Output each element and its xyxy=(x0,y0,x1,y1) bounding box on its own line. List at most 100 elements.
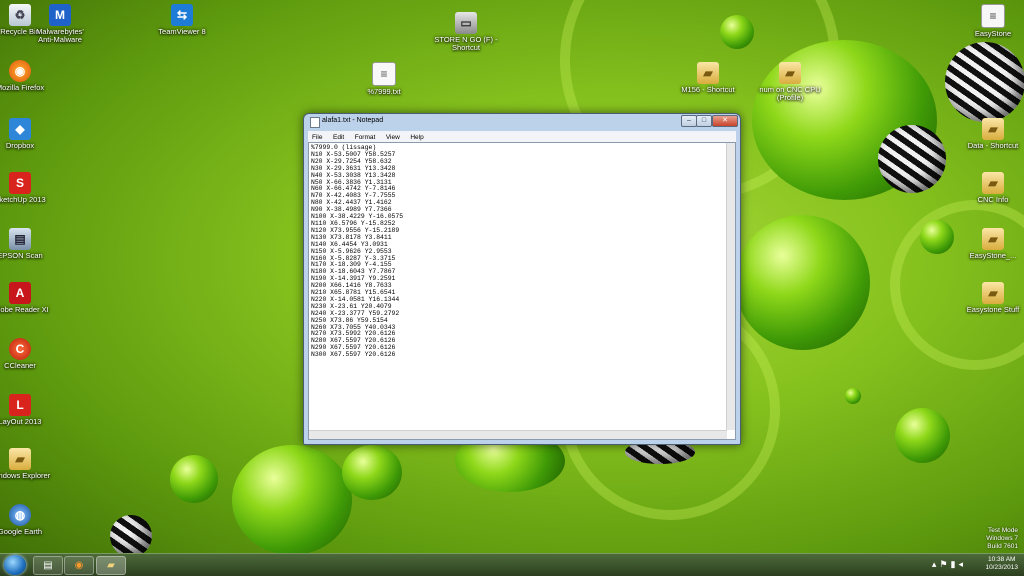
desktop-icon-m156[interactable]: ▰ M156 - Shortcut xyxy=(676,62,740,94)
desktop-icon-adobe-reader[interactable]: A Adobe Reader XI xyxy=(0,282,52,314)
desktop-icon-teamviewer[interactable]: ⇆ TeamViewer 8 xyxy=(150,4,214,36)
desktop-icon-label: Windows Explorer xyxy=(0,471,51,480)
notepad-icon xyxy=(310,117,320,128)
desktop-icon-google-earth[interactable]: ◍ Google Earth xyxy=(0,504,52,536)
watermark-line: Build 7601 xyxy=(987,543,1018,550)
wallpaper-striped-sphere xyxy=(945,42,1024,122)
taskbar-firefox-button[interactable]: ◉ xyxy=(64,556,94,575)
clock-time: 10:38 AM xyxy=(987,556,1016,563)
desktop-icon-label: LayOut 2013 xyxy=(0,417,42,426)
system-tray-clock[interactable]: 10:38 AM 10/23/2013 xyxy=(985,556,1018,572)
malwarebytes-icon: M xyxy=(49,4,71,26)
wallpaper-sphere xyxy=(342,445,402,500)
desktop-icon-7999-txt[interactable]: ≡ %7999.txt xyxy=(352,62,416,96)
scanner-icon: ▤ xyxy=(9,228,31,250)
desktop-icon-dropbox[interactable]: ◆ Dropbox xyxy=(0,118,52,150)
folder-icon: ▰ xyxy=(9,448,31,470)
desktop-icon-label: TeamViewer 8 xyxy=(158,27,206,36)
folder-icon: ▰ xyxy=(982,282,1004,304)
close-button[interactable]: ✕ xyxy=(712,115,738,127)
desktop-icon-label: CCleaner xyxy=(4,361,36,370)
firefox-icon: ◉ xyxy=(74,560,84,571)
folder-icon: ▰ xyxy=(697,62,719,84)
desktop-icon-label: M156 - Shortcut xyxy=(681,85,735,94)
desktop-icon-layout[interactable]: L LayOut 2013 xyxy=(0,394,52,426)
start-button[interactable] xyxy=(4,555,26,575)
desktop-icon-ccleaner[interactable]: C CCleaner xyxy=(0,338,52,370)
sketchup-icon: S xyxy=(9,172,31,194)
minimize-button[interactable]: – xyxy=(681,115,697,127)
window-title: alafa1.txt - Notepad xyxy=(322,117,384,124)
usb-drive-icon: ▭ xyxy=(455,12,477,34)
folder-icon: ▰ xyxy=(982,118,1004,140)
desktop-icon-easystone[interactable]: ≡ EasyStone xyxy=(961,4,1024,38)
desktop-icon-data-shortcut[interactable]: ▰ Data - Shortcut xyxy=(961,118,1024,150)
adobe-reader-icon: A xyxy=(9,282,31,304)
watermark-line: Windows 7 xyxy=(986,535,1018,542)
tray-icons: ▴⚑▮◂ xyxy=(932,559,966,570)
desktop-icon-easystone-files[interactable]: ▰ EasyStone_... xyxy=(961,228,1024,260)
wallpaper-sphere xyxy=(170,455,218,503)
text-editor[interactable]: %7999.0 (lissage) N10 X-53.5007 Y58.5257… xyxy=(308,142,736,440)
desktop-icon-label: %7999.txt xyxy=(367,87,401,96)
wallpaper-sphere xyxy=(232,445,352,555)
wallpaper-sphere xyxy=(735,215,870,350)
wallpaper-striped-sphere xyxy=(878,125,946,193)
desktop-icon-label: Malwarebytes' Anti-Malware xyxy=(36,27,84,44)
taskbar: ▤ ◉ ▰ 10:38 AM 10/23/2013 ▴⚑▮◂ xyxy=(0,553,1024,576)
notepad-icon: ▤ xyxy=(43,560,53,571)
horizontal-scrollbar[interactable] xyxy=(309,430,727,439)
editor-content[interactable]: %7999.0 (lissage) N10 X-53.5007 Y58.5257… xyxy=(311,144,735,359)
desktop-icon-sketchup[interactable]: S SketchUp 2013 xyxy=(0,172,52,204)
wallpaper-sphere xyxy=(845,388,861,404)
desktop-icon-label: EasyStone_... xyxy=(969,251,1017,260)
desktop-icon-epson-scan[interactable]: ▤ EPSON Scan xyxy=(0,228,52,260)
desktop-icon-malwarebytes[interactable]: M Malwarebytes' Anti-Malware xyxy=(28,4,92,44)
desktop-icon-label: SketchUp 2013 xyxy=(0,195,46,204)
desktop-icon-label: EasyStone xyxy=(974,29,1012,38)
clock-date: 10/23/2013 xyxy=(985,564,1018,571)
desktop-icon-label: STORE N GO (F) - Shortcut xyxy=(434,35,498,52)
firefox-icon: ◉ xyxy=(9,60,31,82)
desktop-icon-label: Google Earth xyxy=(0,527,43,536)
ccleaner-icon: C xyxy=(9,338,31,360)
desktop-icon-label: EPSON Scan xyxy=(0,251,43,260)
taskbar-explorer-button[interactable]: ▰ xyxy=(96,556,126,575)
menu-bar: File Edit Format View Help xyxy=(308,131,736,142)
layout-icon: L xyxy=(9,394,31,416)
document-icon: ≡ xyxy=(981,4,1005,28)
folder-icon: ▰ xyxy=(107,560,115,571)
desktop-icon-label: Easystone Stuff xyxy=(966,305,1020,314)
teamviewer-icon: ⇆ xyxy=(171,4,193,26)
desktop-icon-windows-explorer[interactable]: ▰ Windows Explorer xyxy=(0,448,52,480)
desktop-icon-label: Mozilla Firefox xyxy=(0,83,45,92)
volume-icon[interactable]: ◂ xyxy=(958,559,966,569)
maximize-button[interactable]: □ xyxy=(696,115,712,127)
wallpaper-striped-sphere xyxy=(110,515,152,557)
wallpaper-sphere xyxy=(920,220,954,254)
desktop-icon-num-cnc[interactable]: ▰ num on CNC CPU (Profile) xyxy=(758,62,822,102)
google-earth-icon: ◍ xyxy=(9,504,31,526)
text-file-icon: ≡ xyxy=(372,62,396,86)
desktop-icon-label: num on CNC CPU (Profile) xyxy=(759,85,821,102)
wallpaper-sphere xyxy=(895,408,950,463)
desktop-icon-cnc-info[interactable]: ▰ CNC Info xyxy=(961,172,1024,204)
desktop-icon-label: Dropbox xyxy=(5,141,35,150)
test-mode-watermark: Test Mode Windows 7 Build 7601 xyxy=(986,527,1018,551)
folder-icon: ▰ xyxy=(779,62,801,84)
taskbar-notepad-button[interactable]: ▤ xyxy=(33,556,63,575)
vertical-scrollbar[interactable] xyxy=(726,143,735,430)
desktop-icon-label: CNC Info xyxy=(977,195,1009,204)
watermark-line: Test Mode xyxy=(988,527,1018,534)
desktop-icon-firefox[interactable]: ◉ Mozilla Firefox xyxy=(0,60,52,92)
desktop-icon-label: Adobe Reader XI xyxy=(0,305,49,314)
desktop-icon-label: Data - Shortcut xyxy=(967,141,1019,150)
desktop-icon-store-n-go[interactable]: ▭ STORE N GO (F) - Shortcut xyxy=(434,12,498,52)
desktop-icon-easystone-stuff[interactable]: ▰ Easystone Stuff xyxy=(961,282,1024,314)
folder-icon: ▰ xyxy=(982,228,1004,250)
wallpaper-sphere xyxy=(720,15,754,49)
notepad-window[interactable]: alafa1.txt - Notepad – □ ✕ File Edit For… xyxy=(303,113,741,445)
flag-icon[interactable]: ⚑ xyxy=(939,559,950,569)
dropbox-icon: ◆ xyxy=(9,118,31,140)
title-bar[interactable]: alafa1.txt - Notepad – □ ✕ xyxy=(304,114,740,128)
